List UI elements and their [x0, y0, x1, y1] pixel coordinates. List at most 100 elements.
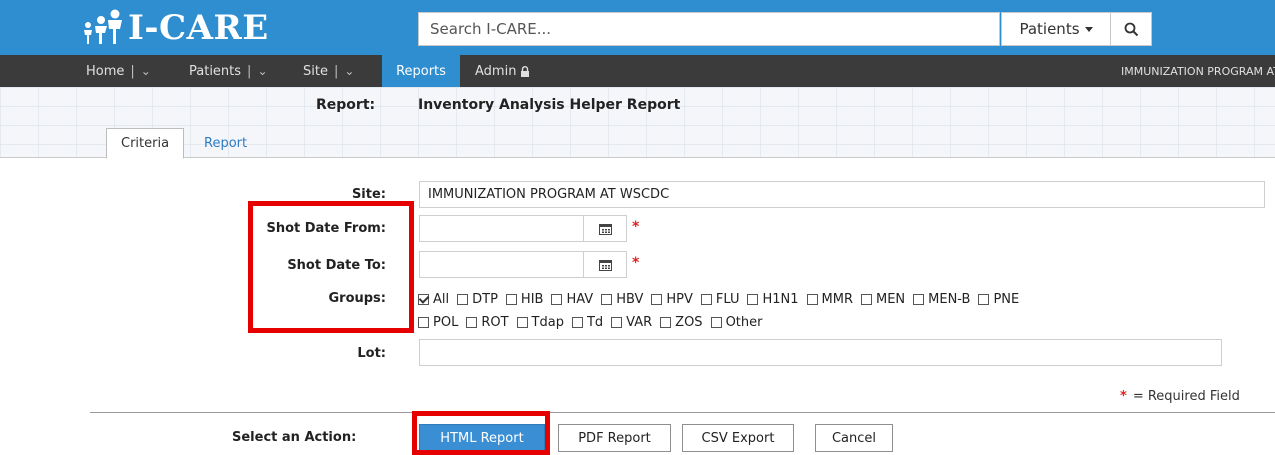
checkbox[interactable]	[457, 293, 469, 305]
lock-icon	[521, 65, 530, 77]
required-field-note: * = Required Field	[1120, 389, 1240, 404]
group-checkbox-label: Td	[586, 314, 604, 330]
checkbox[interactable]	[571, 316, 583, 328]
group-checkbox-hpv[interactable]: HPV	[651, 292, 693, 307]
nav-reports-label: Reports	[396, 63, 446, 79]
pdf-report-button[interactable]: PDF Report	[558, 424, 671, 452]
site-field[interactable]: IMMUNIZATION PROGRAM AT WSCDC	[419, 181, 1265, 208]
checkbox[interactable]	[551, 293, 563, 305]
divider	[90, 412, 1275, 413]
groups-row: POL ROT Tdap Td VAR ZOS Other	[418, 312, 1238, 332]
cancel-button[interactable]: Cancel	[815, 424, 893, 452]
checkbox[interactable]	[806, 293, 818, 305]
search-field[interactable]	[418, 12, 1000, 46]
group-checkbox-label: Other	[725, 314, 763, 330]
group-checkbox-hav[interactable]: HAV	[551, 292, 593, 307]
group-checkbox-men[interactable]: MEN	[861, 292, 905, 307]
chevron-down-icon: ⌄	[140, 64, 151, 78]
group-checkbox-hib[interactable]: HIB	[505, 291, 544, 307]
caret-down-icon	[1084, 26, 1093, 32]
search-scope-dropdown[interactable]: Patients	[1001, 12, 1111, 46]
group-checkbox-label: PNE	[993, 291, 1020, 307]
report-title: Inventory Analysis Helper Report	[418, 97, 681, 113]
checkbox[interactable]	[601, 293, 613, 305]
calendar-icon	[598, 259, 612, 271]
search-scope-label: Patients	[1019, 20, 1080, 38]
group-checkbox-hbv[interactable]: HBV	[601, 292, 643, 307]
group-checkbox-label: ZOS	[675, 314, 703, 330]
checkbox[interactable]	[651, 293, 663, 305]
group-checkbox-h1n1[interactable]: H1N1	[747, 292, 799, 307]
search-button[interactable]	[1110, 12, 1152, 46]
group-checkbox-label: HAV	[566, 291, 594, 307]
calendar-icon	[598, 223, 612, 235]
group-checkbox-label: VAR	[626, 314, 653, 330]
chevron-down-icon: ⌄	[344, 64, 355, 78]
checkbox[interactable]	[611, 316, 623, 328]
group-checkbox-label: MMR	[821, 291, 853, 307]
group-checkbox-men-b[interactable]: MEN-B	[913, 292, 970, 307]
checkbox[interactable]	[700, 293, 712, 305]
csv-export-button[interactable]: CSV Export	[682, 424, 794, 452]
tab-criteria[interactable]: Criteria	[106, 128, 185, 159]
group-checkbox-pne[interactable]: PNE	[978, 292, 1019, 307]
group-checkbox-mmr[interactable]: MMR	[806, 291, 853, 307]
shot-date-to-input[interactable]	[419, 251, 584, 278]
nav-admin[interactable]: Admin	[475, 55, 530, 87]
nav-reports[interactable]: Reports	[382, 55, 460, 87]
nav-home-label: Home	[86, 63, 125, 79]
group-checkbox-label: MEN-B	[928, 291, 971, 307]
group-checkbox-label: MEN	[876, 291, 906, 307]
group-checkbox-label: Tdap	[531, 314, 564, 330]
group-checkbox-zos[interactable]: ZOS	[660, 314, 703, 330]
shot-date-to-label: Shot Date To:	[287, 258, 386, 273]
required-star: *	[1120, 389, 1127, 404]
checkbox[interactable]	[913, 293, 925, 305]
shot-date-to-calendar-button[interactable]	[583, 251, 627, 278]
group-checkbox-label: HIB	[520, 291, 544, 307]
group-checkbox-var[interactable]: VAR	[611, 315, 652, 330]
groups-checkbox-list: All DTP HIB HAV HBV HPV FLU H1N1 MMR MEN MEN-B PNE …	[418, 289, 1238, 335]
group-checkbox-pol[interactable]: POL	[418, 315, 458, 330]
group-checkbox-all[interactable]: All	[418, 292, 449, 307]
group-checkbox-dtp[interactable]: DTP	[457, 292, 498, 307]
checkbox[interactable]	[516, 316, 528, 328]
group-checkbox-td[interactable]: Td	[571, 314, 604, 330]
nav-separator: |	[130, 63, 135, 79]
checkbox[interactable]	[466, 316, 478, 328]
checkbox[interactable]	[418, 293, 429, 305]
tab-report[interactable]: Report	[190, 128, 261, 159]
group-checkbox-other[interactable]: Other	[710, 314, 763, 330]
shot-date-from-calendar-button[interactable]	[583, 215, 627, 242]
checkbox[interactable]	[418, 316, 429, 328]
chevron-down-icon: ⌄	[257, 64, 268, 78]
group-checkbox-label: DTP	[472, 291, 498, 307]
nav-site[interactable]: Site | ⌄	[303, 55, 354, 87]
nav-home[interactable]: Home | ⌄	[86, 55, 151, 87]
group-checkbox-label: ROT	[481, 314, 509, 330]
group-checkbox-rot[interactable]: ROT	[466, 314, 509, 330]
lot-input[interactable]	[419, 339, 1222, 366]
report-label: Report:	[316, 97, 376, 113]
main-nav: Home | ⌄ Patients | ⌄ Site | ⌄ Reports A…	[0, 55, 1275, 87]
checkbox[interactable]	[660, 316, 672, 328]
people-logo-icon	[84, 9, 122, 44]
group-checkbox-label: All	[433, 291, 450, 307]
checkbox[interactable]	[505, 293, 517, 305]
checkbox[interactable]	[861, 293, 872, 305]
app-logo[interactable]: I-CARE	[79, 6, 269, 50]
group-checkbox-flu[interactable]: FLU	[700, 291, 740, 307]
checkbox[interactable]	[978, 293, 990, 305]
required-note-text: = Required Field	[1132, 389, 1240, 404]
search-input[interactable]	[430, 13, 999, 45]
current-site-name[interactable]: IMMUNIZATION PROGRAM AT WSCDC	[1115, 55, 1275, 87]
groups-label: Groups:	[328, 291, 386, 306]
nav-patients[interactable]: Patients | ⌄	[189, 55, 268, 87]
checkbox[interactable]	[747, 293, 759, 305]
shot-date-from-label: Shot Date From:	[266, 221, 386, 236]
group-checkbox-label: FLU	[715, 291, 740, 307]
group-checkbox-tdap[interactable]: Tdap	[516, 314, 564, 330]
html-report-button[interactable]: HTML Report	[419, 424, 545, 452]
shot-date-from-input[interactable]	[419, 215, 584, 242]
checkbox[interactable]	[710, 316, 722, 328]
